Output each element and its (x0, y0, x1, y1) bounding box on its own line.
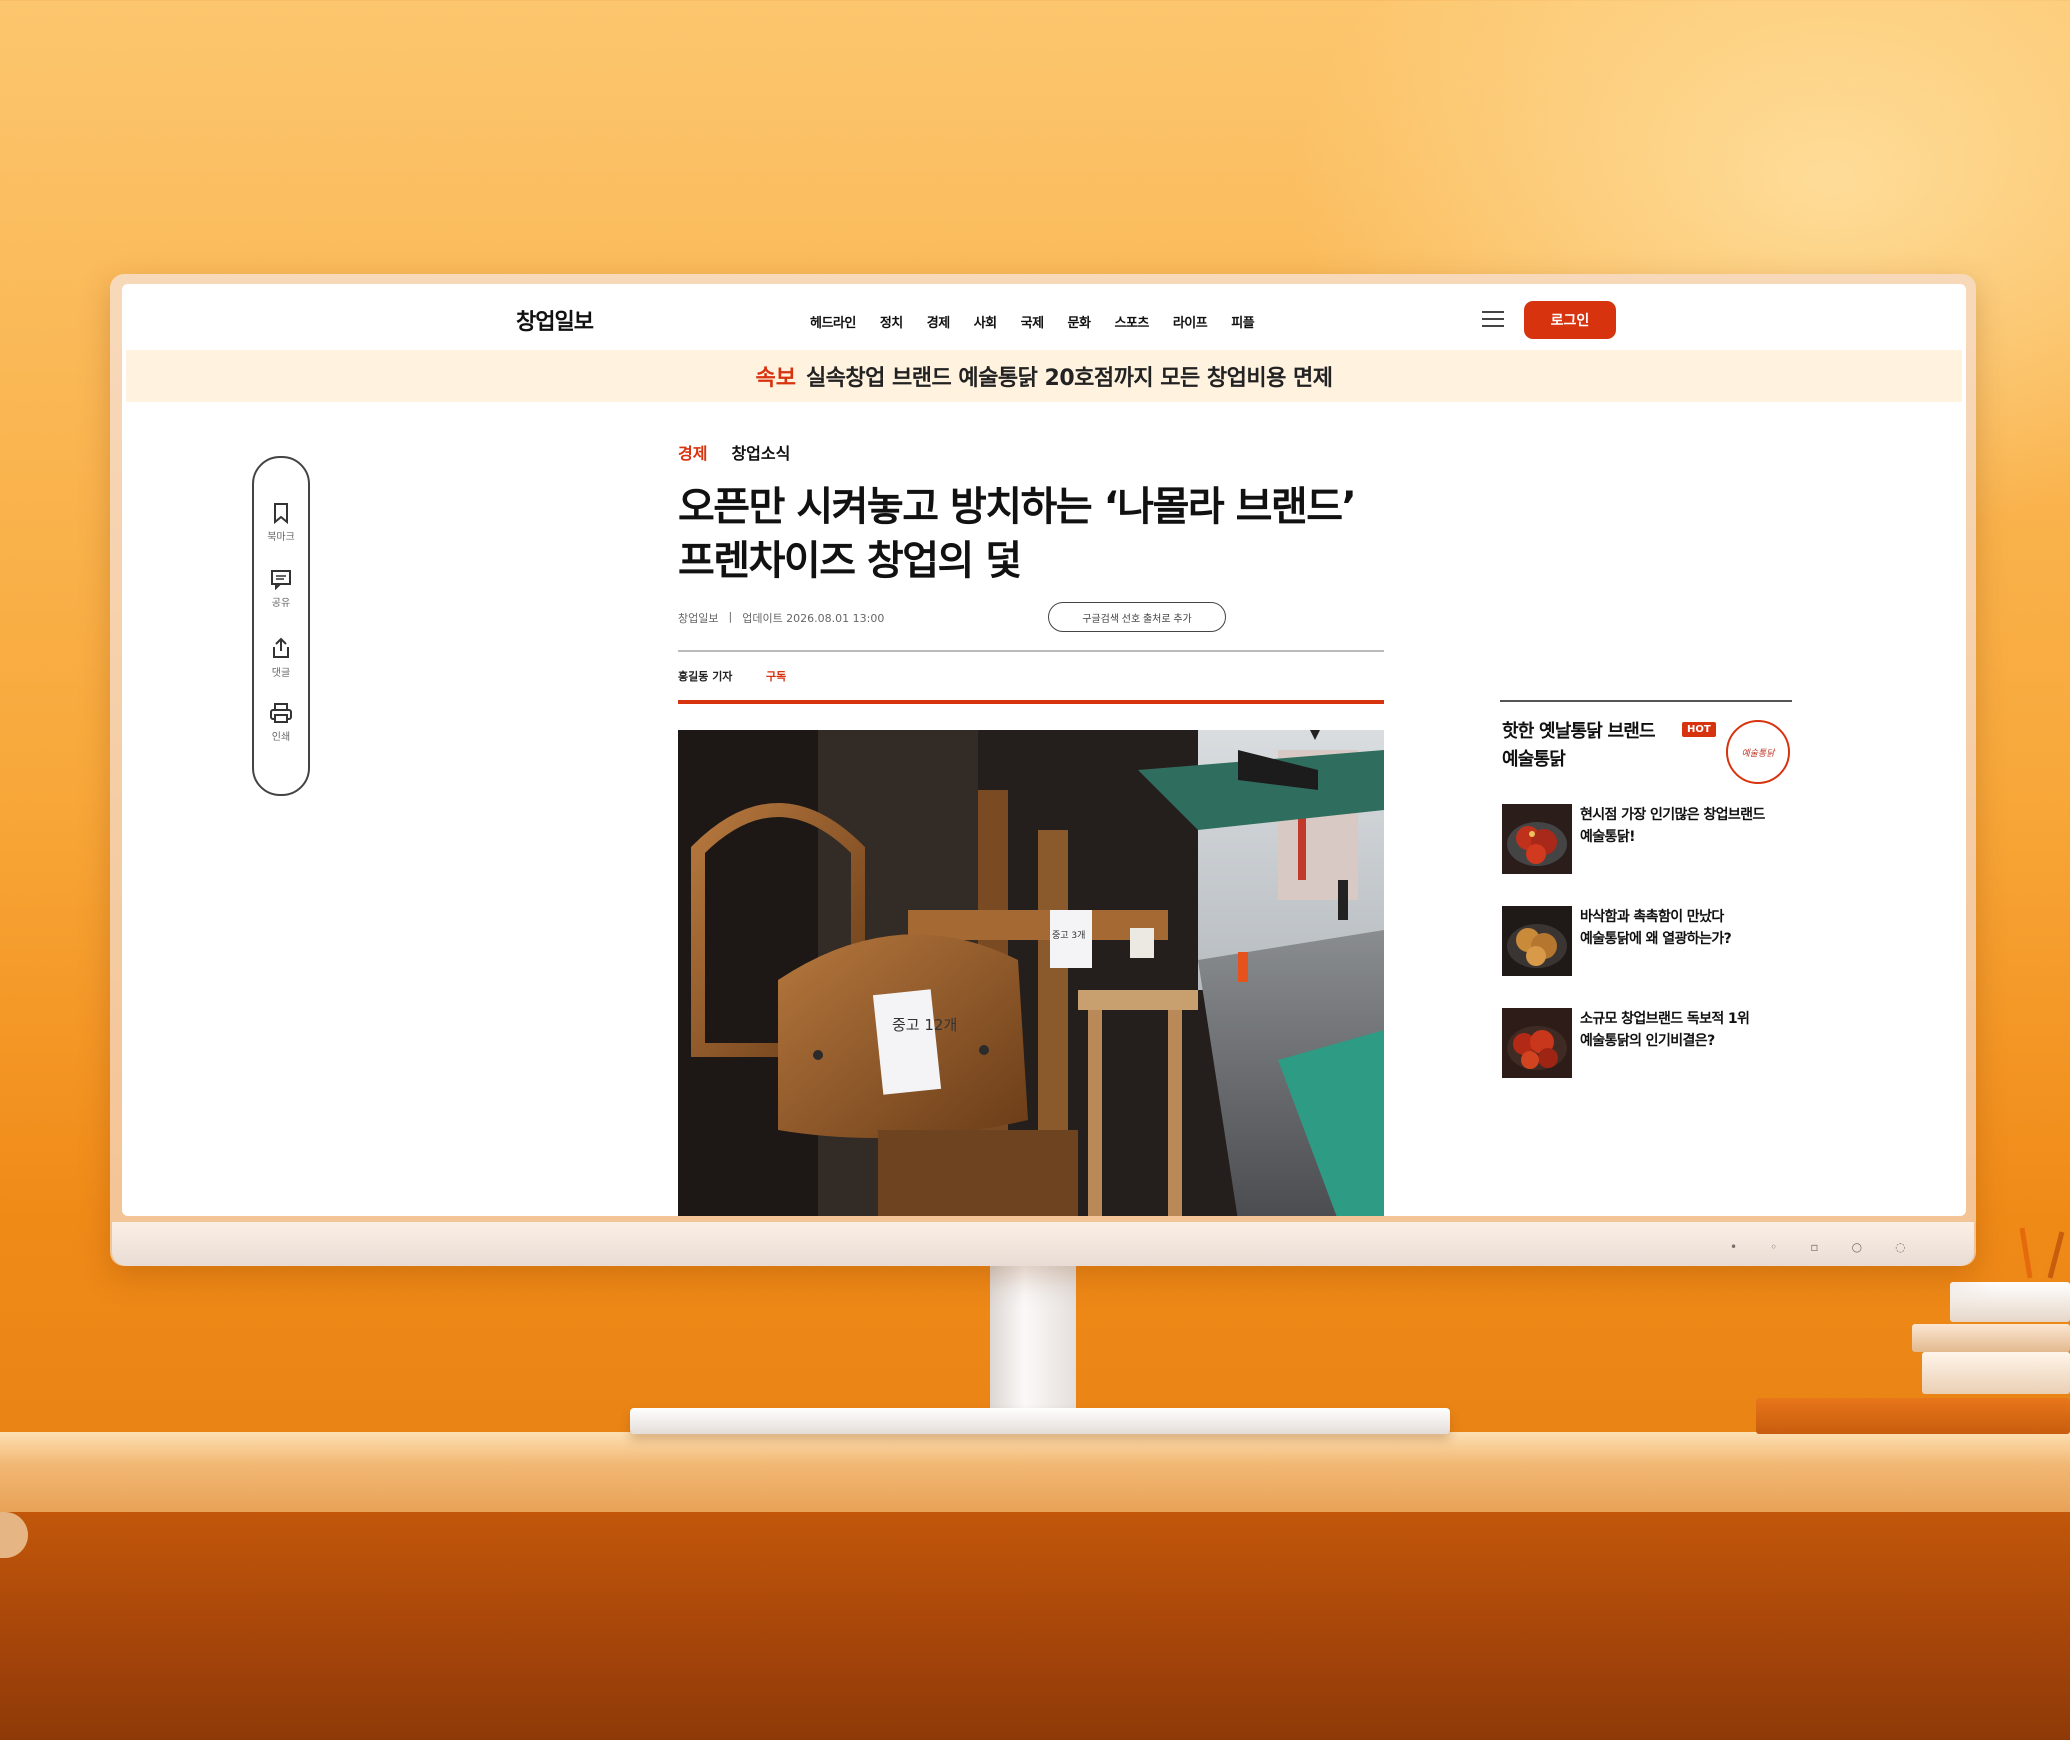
sidebar-item-line: 소규모 창업브랜드 독보적 1위 (1580, 1011, 1750, 1027)
share-icon (273, 637, 289, 658)
nav-item-people[interactable]: 피플 (1231, 312, 1254, 331)
share-button[interactable]: 공유 (254, 568, 308, 609)
reporter-name[interactable]: 홍길동 기자 (678, 668, 732, 684)
sidebar-title: 핫한 옛날통닭 브랜드 예술통닭 (1502, 718, 1682, 774)
article-source: 창업일보 (678, 612, 719, 625)
chairs-photo-illustration: 중고 12개 중고 3개 (678, 730, 1384, 1216)
nav-item-sports[interactable]: 스포츠 (1114, 312, 1149, 331)
monitor-chin (112, 1222, 1974, 1266)
print-icon (270, 703, 292, 723)
hamburger-menu-icon[interactable] (1482, 311, 1504, 327)
fried-chicken-thumbnail (1502, 906, 1572, 976)
article-categories: 경제 창업소식 (678, 440, 790, 464)
sidebar-item-line: 예술통닭의 인기비결은? (1580, 1033, 1715, 1049)
nav-item-politics[interactable]: 정치 (880, 312, 903, 331)
subcategory-link[interactable]: 창업소식 (731, 440, 790, 464)
nav-item-society[interactable]: 사회 (974, 312, 997, 331)
sidebar-article-item[interactable]: 소규모 창업브랜드 독보적 1위 예술통닭의 인기비결은? (1502, 1008, 1792, 1080)
sidebar-item-line: 바삭함과 촉촉함이 만났다 (1580, 909, 1724, 925)
bookmark-button[interactable]: 북마크 (254, 502, 308, 543)
breaking-tag: 속보 (755, 366, 796, 391)
google-preferred-source-button[interactable]: 구글검색 선호 출처로 추가 (1048, 602, 1226, 632)
pencil-cup-icon (2019, 1223, 2065, 1279)
nav-item-culture[interactable]: 문화 (1068, 312, 1091, 331)
desk-edge (0, 1512, 2070, 1740)
article-meta: 창업일보 | 업데이트 2026.08.01 13:00 (678, 610, 884, 626)
photo-note: 중고 12개 (892, 1016, 957, 1034)
login-button[interactable]: 로그인 (1524, 301, 1616, 339)
monitor-base (630, 1408, 1450, 1434)
comment-icon (271, 570, 291, 590)
book (1756, 1398, 2070, 1434)
monitor-button-icon[interactable]: ▫ (1810, 1240, 1818, 1254)
brand-logo[interactable]: 예술통닭 (1726, 720, 1790, 784)
book (1912, 1324, 2070, 1352)
divider (678, 650, 1384, 652)
monitor-buttons: • ◦ ▫ ○ ◌ (1730, 1236, 1950, 1254)
breaking-text: 실속창업 브랜드 예술통닭 20호점까지 모든 창업비용 면제 (805, 366, 1333, 391)
subscribe-link[interactable]: 구독 (766, 668, 786, 684)
monitor-button-icon[interactable]: ○ (1852, 1240, 1862, 1254)
site-header: 창업일보 헤드라인 정치 경제 사회 국제 문화 스포츠 라이프 피플 로그인 (122, 284, 1966, 352)
article-updated: 업데이트 2026.08.01 13:00 (742, 612, 885, 625)
bookmark-icon (274, 503, 288, 524)
hot-badge: HOT (1682, 722, 1716, 737)
nav-item-economy[interactable]: 경제 (927, 312, 950, 331)
breaking-news-banner[interactable]: 속보 실속창업 브랜드 예술통닭 20호점까지 모든 창업비용 면제 (126, 350, 1962, 402)
tool-label: 댓글 (271, 668, 291, 679)
photo-note: 중고 3개 (1052, 930, 1085, 941)
comment-button[interactable]: 댓글 (254, 636, 308, 679)
power-icon[interactable]: ◌ (1895, 1240, 1905, 1254)
monitor-button-icon[interactable]: ◦ (1770, 1240, 1777, 1254)
fried-chicken-thumbnail (1502, 1008, 1572, 1078)
book (1950, 1282, 2070, 1322)
sidebar-title-line: 예술통닭 (1502, 749, 1566, 770)
article-photo: 중고 12개 중고 3개 (678, 730, 1384, 1216)
article-title: 오픈만 시켜놓고 방치하는 ‘나몰라 브랜드’ 프렌차이즈 창업의 덫 (678, 480, 1378, 588)
nav-item-life[interactable]: 라이프 (1173, 312, 1208, 331)
monitor-button-icon[interactable]: • (1730, 1240, 1737, 1254)
sidebar-divider (1500, 700, 1792, 702)
monitor-stand (990, 1262, 1076, 1412)
accent-divider (678, 700, 1384, 704)
site-logo[interactable]: 창업일보 (516, 304, 594, 336)
nav-item-international[interactable]: 국제 (1021, 312, 1044, 331)
sidebar-title-line: 핫한 옛날통닭 브랜드 (1502, 721, 1656, 742)
tool-label: 인쇄 (271, 732, 291, 743)
tool-label: 북마크 (267, 532, 295, 543)
browser-screen: 창업일보 헤드라인 정치 경제 사회 국제 문화 스포츠 라이프 피플 로그인 … (122, 284, 1966, 1216)
sidebar-item-line: 예술통닭! (1580, 829, 1636, 845)
print-button[interactable]: 인쇄 (254, 702, 308, 743)
main-nav: 헤드라인 정치 경제 사회 국제 문화 스포츠 라이프 피플 (810, 312, 1255, 331)
article-title-line: 프렌차이즈 창업의 덫 (678, 538, 1022, 584)
desk-top (0, 1432, 2070, 1512)
sidebar-article-item[interactable]: 현시점 가장 인기많은 창업브랜드 예술통닭! (1502, 804, 1792, 876)
tool-label: 공유 (271, 598, 291, 609)
article-title-line: 오픈만 시켜놓고 방치하는 ‘나몰라 브랜드’ (678, 484, 1357, 530)
meta-separator: | (728, 610, 733, 623)
book (1922, 1352, 2070, 1394)
sidebar-article-item[interactable]: 바삭함과 촉촉함이 만났다 예술통닭에 왜 열광하는가? (1502, 906, 1792, 978)
sidebar-item-line: 현시점 가장 인기많은 창업브랜드 (1580, 807, 1765, 823)
article-tool-rail: 북마크 공유 댓글 인쇄 (252, 456, 310, 796)
nav-item-headline[interactable]: 헤드라인 (810, 312, 856, 331)
fried-chicken-thumbnail (1502, 804, 1572, 874)
category-link[interactable]: 경제 (678, 440, 707, 464)
sidebar-item-line: 예술통닭에 왜 열광하는가? (1580, 931, 1732, 947)
